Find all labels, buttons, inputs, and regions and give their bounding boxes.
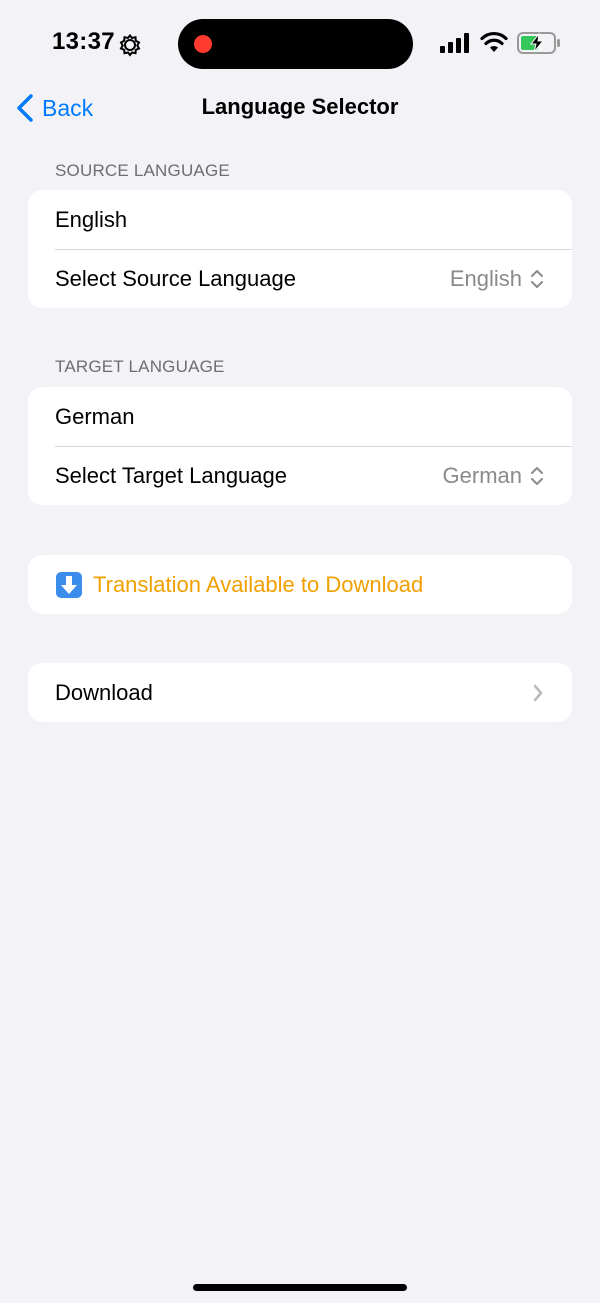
translation-status-row: Translation Available to Download [28, 555, 572, 614]
target-language-picker-value-wrap[interactable]: German [443, 463, 544, 489]
wifi-icon [480, 31, 508, 52]
download-label: Download [55, 679, 153, 705]
cellular-signal-icon [440, 33, 469, 53]
target-language-picker[interactable]: Select Target Language German [28, 446, 572, 505]
source-language-picker-value-wrap[interactable]: English [450, 266, 544, 292]
translation-status-group: Translation Available to Download [28, 555, 572, 614]
chevron-right-icon [533, 684, 543, 701]
chevron-up-down-icon [531, 269, 543, 288]
target-language-current-row: German [28, 387, 572, 446]
source-language-picker-label: Select Source Language [55, 265, 296, 291]
page-title: Language Selector [201, 94, 399, 119]
source-language-header: SOURCE LANGUAGE [55, 161, 230, 180]
dynamic-island [178, 19, 413, 69]
source-language-picker[interactable]: Select Source Language English [28, 249, 572, 308]
source-language-current: English [55, 206, 128, 232]
target-language-current: German [55, 403, 135, 429]
status-time: 13:37 [52, 28, 115, 55]
target-language-picker-label: Select Target Language [55, 462, 287, 488]
target-language-group: German Select Target Language German [28, 387, 572, 505]
recording-indicator-icon [194, 35, 212, 53]
source-language-group: English Select Source Language English [28, 190, 572, 308]
status-bar: 13:37 [0, 0, 600, 88]
source-language-picker-value: English [449, 265, 522, 291]
translation-status-text: Translation Available to Download [93, 571, 424, 597]
download-arrow-icon [56, 571, 82, 598]
download-group: Download [28, 663, 572, 722]
navigation-bar: Back Language Selector [0, 88, 600, 128]
chevron-up-down-icon [531, 466, 543, 485]
battery-charging-icon [517, 32, 560, 54]
target-language-header: TARGET LANGUAGE [55, 357, 225, 376]
source-language-current-row: English [28, 190, 572, 249]
gear-icon [119, 33, 141, 57]
target-language-picker-value: German [442, 462, 522, 488]
download-button[interactable]: Download [28, 663, 572, 722]
home-indicator[interactable] [193, 1284, 407, 1291]
